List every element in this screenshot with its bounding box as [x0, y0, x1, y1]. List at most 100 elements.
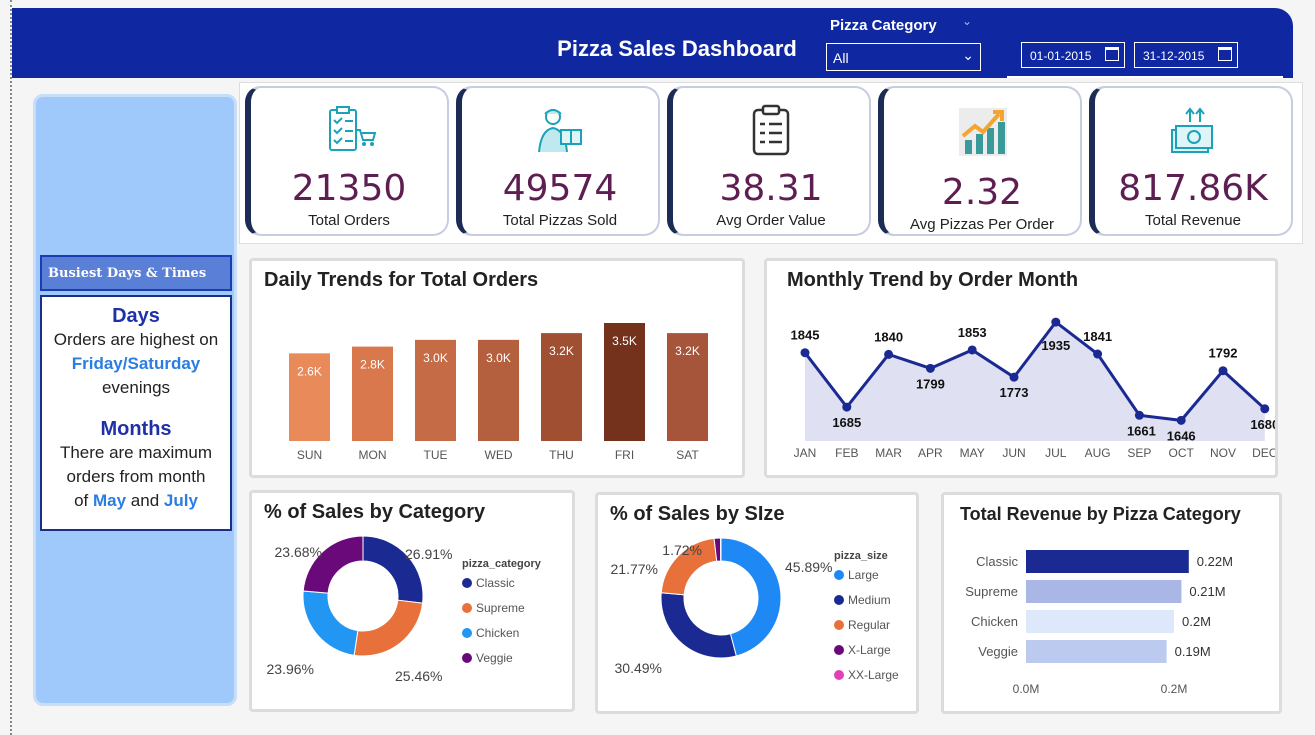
kpi-card-avg-order-value: 38.31 Avg Order Value: [667, 86, 871, 236]
kpi-label: Avg Order Value: [716, 212, 826, 229]
date-to-input[interactable]: 31-12-2015: [1134, 42, 1238, 68]
legend-title: pizza_size: [834, 550, 888, 562]
legend-label: Veggie: [476, 651, 513, 665]
donut-value-label: 45.89%: [785, 559, 832, 575]
revenue-by-category-panel: Total Revenue by Pizza Category Classic 0…: [941, 492, 1282, 714]
days-heading: Days: [112, 305, 160, 327]
days-line-1: Orders are highest on: [53, 330, 219, 349]
calendar-icon[interactable]: [1218, 47, 1232, 61]
monthly-data-label: 1685: [832, 415, 861, 430]
monthly-point: [1218, 366, 1228, 376]
category-slicer-value: All: [833, 50, 849, 66]
chevron-down-icon: ⌄: [962, 47, 974, 63]
daily-bar-label: 3.0K: [486, 351, 511, 365]
sales-by-category-panel: % of Sales by Category 26.91% 25.46% 23.96…: [249, 490, 575, 712]
revenue-category-label: Chicken: [971, 614, 1018, 629]
revenue-bar: [1026, 580, 1182, 603]
monthly-data-label: 1661: [1127, 423, 1156, 438]
monthly-tick-label: APR: [918, 446, 943, 460]
kpi-value: 21350: [291, 168, 407, 209]
sales-by-size-chart: 45.89% 30.49% 21.77%1.72% pizza_size Large Me…: [611, 537, 899, 682]
legend-label: Supreme: [476, 601, 525, 615]
kpi-card-avg-pizzas-per-order: 2.32 Avg Pizzas Per Order: [878, 86, 1082, 236]
monthly-point: [842, 402, 852, 412]
monthly-point: [884, 349, 894, 359]
monthly-data-label: 1840: [874, 329, 903, 344]
daily-tick-label: SAT: [676, 448, 699, 462]
revenue-bar: [1026, 550, 1189, 573]
legend-title: pizza_category: [462, 558, 542, 570]
revenue-value-label: 0.19M: [1175, 644, 1211, 659]
category-slicer-label: Pizza Category: [830, 17, 937, 34]
daily-tick-label: THU: [549, 448, 574, 462]
kpi-value: 49574: [502, 168, 618, 209]
monthly-point: [967, 345, 977, 355]
revenue-bar: [1026, 610, 1174, 633]
calendar-icon[interactable]: [1105, 47, 1119, 61]
revenue-x-tick: 0.0M: [1013, 682, 1040, 696]
legend-label: Chicken: [476, 626, 519, 640]
slicer-collapse-icon[interactable]: ⌄: [962, 14, 972, 28]
monthly-tick-label: JAN: [794, 446, 817, 460]
donut-slice: [660, 592, 737, 659]
legend-marker: [462, 653, 472, 663]
months-line-3: of May and July: [42, 489, 230, 513]
monthly-point: [1093, 349, 1103, 359]
kpi-card-total-pizzas-sold: 49574 Total Pizzas Sold: [456, 86, 660, 236]
legend-label: Classic: [476, 576, 515, 590]
order-list-icon: [251, 104, 447, 158]
monthly-data-label: 1845: [791, 328, 820, 343]
daily-tick-label: SUN: [297, 448, 322, 462]
monthly-tick-label: FEB: [835, 446, 858, 460]
donut-slice: [353, 599, 424, 657]
months-line-2: orders from month: [66, 467, 206, 486]
kpi-value: 2.32: [941, 172, 1023, 213]
clipboard-icon: [673, 104, 869, 158]
revenue-by-category-chart: Classic 0.22M Supreme 0.21M Chicken 0.2M Veggi…: [965, 550, 1233, 696]
donut-value-label: 23.68%: [275, 544, 322, 560]
revenue-value-label: 0.21M: [1189, 584, 1225, 599]
category-slicer-dropdown[interactable]: All ⌄: [826, 43, 981, 71]
monthly-data-label: 1680: [1250, 417, 1275, 432]
legend-marker: [834, 645, 844, 655]
monthly-tick-label: JUL: [1045, 446, 1067, 460]
monthly-point: [800, 348, 810, 358]
monthly-point: [1009, 372, 1019, 382]
legend-marker: [462, 578, 472, 588]
date-from-input[interactable]: 01-01-2015: [1021, 42, 1125, 68]
kpi-label: Total Revenue: [1145, 212, 1241, 229]
daily-bar-label: 2.6K: [297, 364, 322, 378]
date-from-value: 01-01-2015: [1030, 49, 1092, 63]
legend-label: XX-Large: [848, 668, 899, 682]
months-and: and: [130, 491, 160, 510]
growth-chart-icon: [884, 104, 1080, 158]
legend-marker: [834, 595, 844, 605]
dashboard-page: Pizza Sales Dashboard Pizza Category ⌄ A…: [0, 0, 1315, 735]
months-of: of: [74, 491, 89, 510]
monthly-point: [1176, 415, 1186, 425]
page-border: [10, 0, 12, 735]
legend-marker: [834, 620, 844, 630]
revenue-category-label: Supreme: [965, 584, 1018, 599]
kpi-card-total-orders: 21350 Total Orders: [245, 86, 449, 236]
kpi-label: Total Pizzas Sold: [502, 212, 618, 229]
delivery-person-icon: [462, 104, 658, 158]
months-july: July: [163, 491, 198, 510]
donut-value-label: 21.77%: [611, 561, 658, 577]
monthly-trend-panel: Monthly Trend by Order Month 1845 JAN 1685…: [764, 258, 1278, 478]
legend-marker: [462, 628, 472, 638]
months-may: May: [92, 491, 127, 510]
donut-value-label: 30.49%: [615, 660, 662, 676]
kpi-label: Total Orders: [308, 212, 390, 229]
date-to-value: 31-12-2015: [1143, 49, 1205, 63]
monthly-point: [1134, 410, 1144, 420]
daily-tick-label: TUE: [424, 448, 448, 462]
kpi-value: 817.86K: [1118, 168, 1268, 209]
legend-label: Large: [848, 568, 879, 582]
donut-value-label: 25.46%: [395, 668, 442, 684]
monthly-tick-label: DEC: [1252, 446, 1275, 460]
monthly-data-label: 1799: [916, 376, 945, 391]
donut-slice: [302, 590, 359, 656]
monthly-tick-label: OCT: [1169, 446, 1195, 460]
insights-box: Days Orders are highest on Friday/Saturd…: [40, 295, 232, 531]
